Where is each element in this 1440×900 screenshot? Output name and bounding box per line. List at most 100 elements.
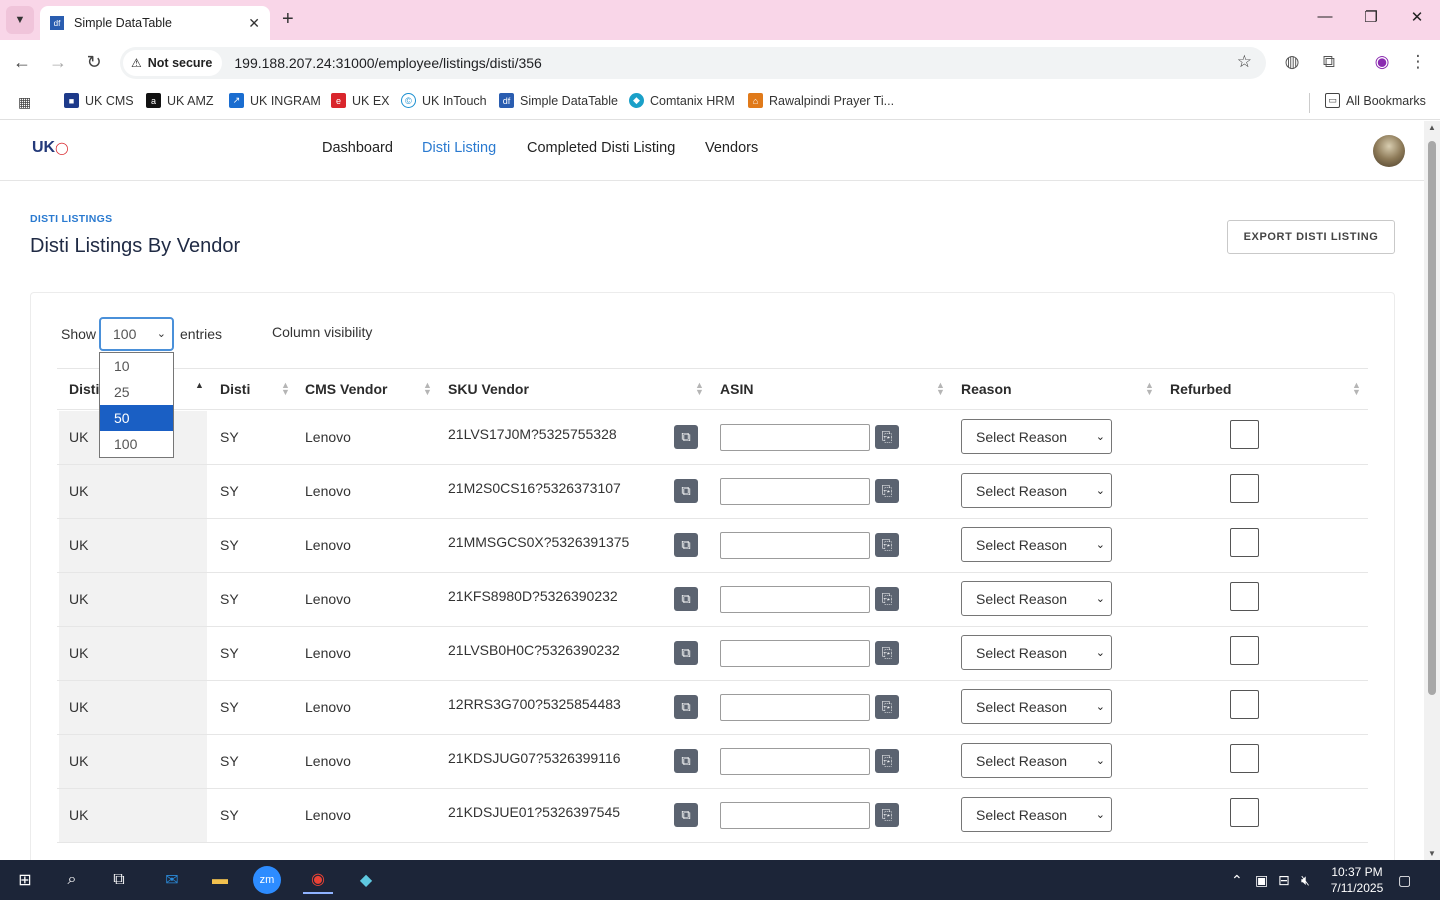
entries-length-select[interactable]: 100 ⌄ [99,317,174,351]
col-header-reason[interactable]: Reason [961,381,1012,397]
refurbed-checkbox[interactable] [1230,420,1259,449]
windows-start-icon[interactable]: ⊞ [10,866,40,894]
bookmark-uk-amz[interactable]: a UK AMZ [146,93,214,108]
paste-asin-button[interactable]: ⎘ [875,587,899,611]
scroll-down-icon[interactable]: ▼ [1428,849,1436,858]
asin-input[interactable] [720,802,870,829]
col-header-refurbed[interactable]: Refurbed [1170,381,1231,397]
bookmark-uk-ex[interactable]: e UK EX [331,93,390,108]
refurbed-checkbox[interactable] [1230,636,1259,665]
uk-logo[interactable]: UK◯ [32,139,69,163]
asin-input[interactable] [720,478,870,505]
copy-sku-button[interactable]: ⧉ [674,425,698,449]
bookmark-uk-intouch[interactable]: © UK InTouch [401,93,487,108]
refurbed-checkbox[interactable] [1230,474,1259,503]
column-visibility-button[interactable]: Column visibility [272,324,372,340]
paste-asin-button[interactable]: ⎘ [875,425,899,449]
col-header-disti-1[interactable]: Disti [69,381,99,397]
url-text[interactable]: 199.188.207.24:31000/employee/listings/d… [234,55,541,71]
scroll-thumb[interactable] [1428,141,1436,695]
bookmark-prayer-times[interactable]: ⌂ Rawalpindi Prayer Ti... [748,93,894,108]
zoom-icon[interactable]: zm [253,866,281,894]
minimize-icon[interactable]: — [1310,8,1340,25]
copy-sku-button[interactable]: ⧉ [674,695,698,719]
copy-sku-button[interactable]: ⧉ [674,587,698,611]
tray-chevron-up-icon[interactable]: ⌃ [1231,872,1243,889]
asin-input[interactable] [720,640,870,667]
col-header-cms-vendor[interactable]: CMS Vendor [305,381,387,397]
copy-sku-button[interactable]: ⧉ [674,749,698,773]
reload-icon[interactable]: ↻ [82,52,106,73]
chrome-icon[interactable]: ◉ [303,866,333,894]
paste-asin-button[interactable]: ⎘ [875,533,899,557]
volume-muted-icon[interactable]: 🔇︎ [1301,872,1310,889]
asin-input[interactable] [720,586,870,613]
new-tab-button[interactable]: + [282,8,294,31]
refurbed-checkbox[interactable] [1230,798,1259,827]
bookmark-uk-ingram[interactable]: ↗ UK INGRAM [229,93,321,108]
close-tab-icon[interactable]: ✕ [248,15,260,32]
refurbed-checkbox[interactable] [1230,690,1259,719]
length-option-50[interactable]: 50 [100,405,173,431]
extensions-icon[interactable]: ⧉ [1318,52,1340,72]
user-avatar[interactable] [1373,135,1405,167]
col-header-sku-vendor[interactable]: SKU Vendor [448,381,529,397]
paste-asin-button[interactable]: ⎘ [875,803,899,827]
tab-search-button[interactable]: ▼ [6,6,34,34]
bookmark-comtanix-hrm[interactable]: ◆ Comtanix HRM [629,93,735,108]
bookmark-simple-datatable[interactable]: df Simple DataTable [499,93,618,108]
asin-input[interactable] [720,748,870,775]
length-option-10[interactable]: 10 [100,353,173,379]
outlook-icon[interactable]: ✉ [157,866,187,894]
menu-kebab-icon[interactable]: ⋮ [1407,52,1429,72]
copy-sku-button[interactable]: ⧉ [674,533,698,557]
asin-input[interactable] [720,424,870,451]
close-window-icon[interactable]: ✕ [1402,8,1432,26]
tray-app-icon[interactable]: ▣ [1255,872,1268,889]
taskbar-clock[interactable]: 10:37 PM 7/11/2025 [1326,864,1388,896]
paste-asin-button[interactable]: ⎘ [875,479,899,503]
profile-icon[interactable]: ◉ [1371,52,1393,72]
translate-icon[interactable]: ◍ [1281,52,1303,72]
file-explorer-icon[interactable]: ▬ [205,866,235,894]
address-bar[interactable]: ⚠ Not secure 199.188.207.24:31000/employ… [120,47,1266,79]
bookmark-uk-cms[interactable]: ■ UK CMS [64,93,134,108]
nav-vendors[interactable]: Vendors [705,140,758,156]
asin-input[interactable] [720,532,870,559]
refurbed-checkbox[interactable] [1230,744,1259,773]
asin-input[interactable] [720,694,870,721]
copy-sku-button[interactable]: ⧉ [674,479,698,503]
export-disti-listing-button[interactable]: EXPORT DISTI LISTING [1227,220,1395,254]
paste-asin-button[interactable]: ⎘ [875,749,899,773]
copy-sku-button[interactable]: ⧉ [674,641,698,665]
reason-select[interactable]: Select Reason ⌄ [961,419,1112,454]
search-icon[interactable]: ⌕ [57,866,87,894]
reason-select[interactable]: Select Reason ⌄ [961,581,1112,616]
apps-grid-icon[interactable]: ▦ [18,94,31,111]
page-scrollbar[interactable]: ▲ ▼ [1424,121,1440,860]
security-chip[interactable]: ⚠ Not secure [123,50,223,76]
restore-icon[interactable]: ❐ [1356,8,1386,26]
app-diamond-icon[interactable]: ◆ [351,866,381,894]
col-header-asin[interactable]: ASIN [720,381,753,397]
reason-select[interactable]: Select Reason ⌄ [961,635,1112,670]
length-option-100[interactable]: 100 [100,431,173,457]
nav-dashboard[interactable]: Dashboard [322,140,393,156]
all-bookmarks[interactable]: ▭ All Bookmarks [1325,93,1426,108]
refurbed-checkbox[interactable] [1230,582,1259,611]
notifications-icon[interactable]: ▢ [1398,872,1411,889]
length-option-25[interactable]: 25 [100,379,173,405]
reason-select[interactable]: Select Reason ⌄ [961,797,1112,832]
reason-select[interactable]: Select Reason ⌄ [961,473,1112,508]
paste-asin-button[interactable]: ⎘ [875,641,899,665]
reason-select[interactable]: Select Reason ⌄ [961,689,1112,724]
scroll-up-icon[interactable]: ▲ [1428,123,1436,132]
copy-sku-button[interactable]: ⧉ [674,803,698,827]
forward-icon[interactable]: → [46,52,70,73]
bookmark-star-icon[interactable]: ☆ [1237,52,1252,72]
reason-select[interactable]: Select Reason ⌄ [961,527,1112,562]
refurbed-checkbox[interactable] [1230,528,1259,557]
task-view-icon[interactable]: ⧉ [104,866,134,894]
paste-asin-button[interactable]: ⎘ [875,695,899,719]
network-icon[interactable]: ⊟ [1278,872,1290,889]
